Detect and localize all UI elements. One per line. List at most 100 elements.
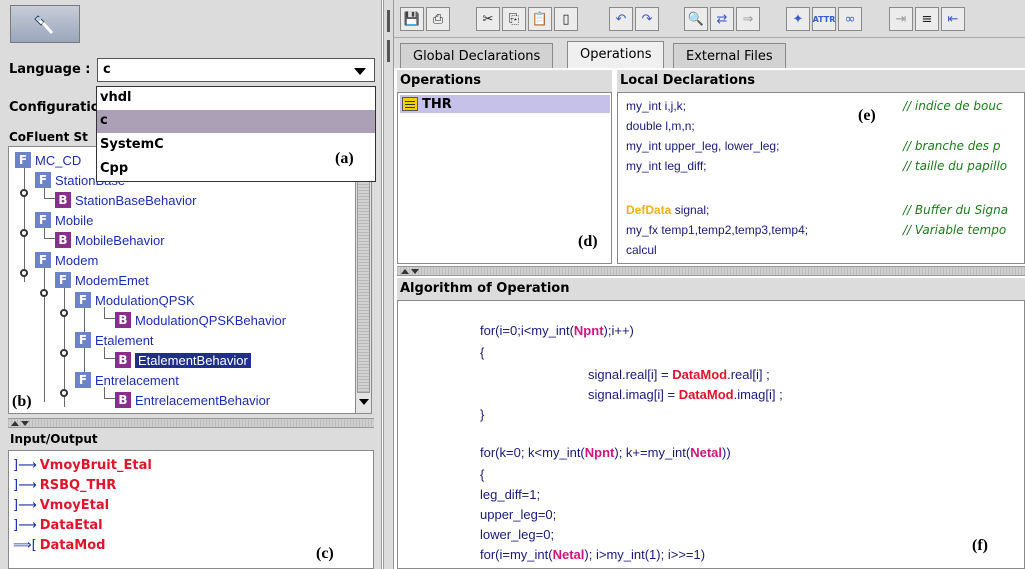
tree-scrollbar[interactable] (355, 146, 372, 414)
io-item[interactable]: ]⟶ VmoyBruit_Etal (13, 455, 152, 475)
language-option-c[interactable]: c (97, 110, 375, 133)
tree-node[interactable]: F Modem (35, 250, 98, 270)
find-icon[interactable]: 🔍 (684, 7, 708, 31)
collapse-down-icon[interactable] (21, 421, 29, 426)
tree-node[interactable]: B ModulationQPSKBehavior (115, 310, 286, 330)
link-icon[interactable]: ∞ (838, 7, 862, 31)
code-line: } (480, 407, 485, 422)
local-declarations-editor[interactable]: my_int i,j,k; // indice de bouc double l… (617, 92, 1025, 264)
code-param: Netal (552, 547, 585, 562)
tool-a-icon[interactable]: ✦ (786, 7, 810, 31)
function-icon: F (35, 252, 51, 268)
decl-text: signal; (671, 203, 710, 217)
horizontal-splitter[interactable] (397, 266, 1025, 276)
tree-node[interactable]: B StationBaseBehavior (55, 190, 196, 210)
io-item[interactable]: ⟹[DataMod (13, 535, 105, 555)
redo-icon[interactable]: ↷ (635, 7, 659, 31)
tree-toggle[interactable] (20, 229, 28, 237)
decl-comment: // Variable tempo (903, 223, 1007, 237)
cut-icon[interactable]: ✂ (476, 7, 500, 31)
tree-node[interactable]: B MobileBehavior (55, 230, 165, 250)
tree-toggle[interactable] (20, 269, 28, 277)
export-icon[interactable]: ⇥ (889, 7, 913, 31)
paste-icon[interactable]: 📋 (528, 7, 552, 31)
save-icon[interactable]: 💾 (400, 7, 424, 31)
tree-node[interactable]: F Entrelacement (75, 370, 179, 390)
io-item[interactable]: ]⟶ DataEtal (13, 515, 103, 535)
code-text: for(k=0; k<my_int( (480, 445, 585, 460)
output-arrow-icon: ]⟶ (13, 497, 37, 513)
language-option-cpp[interactable]: Cpp (97, 158, 375, 181)
code-text: );i++) (603, 323, 634, 338)
tree-toggle[interactable] (60, 309, 68, 317)
decl-comment: // branche des p (903, 139, 1001, 153)
tab-operations[interactable]: Operations (567, 41, 665, 68)
tree-node[interactable]: F Mobile (35, 210, 93, 230)
scroll-down-icon[interactable] (359, 399, 369, 405)
tree-node[interactable]: F Etalement (75, 330, 154, 350)
horizontal-splitter[interactable] (8, 418, 374, 428)
operation-item-thr[interactable]: THR (400, 95, 610, 113)
code-line: signal.imag[i] = DataMod.imag[i] ; (588, 387, 783, 407)
collapse-up-icon[interactable] (11, 421, 19, 426)
panel-tag-a: (a) (335, 150, 354, 167)
code-text: ); k+=my_int( (614, 445, 691, 460)
new-icon[interactable]: ▯ (554, 7, 578, 31)
import-icon[interactable]: ⇤ (941, 7, 965, 31)
tree-node[interactable]: F MC_CD (15, 150, 81, 170)
operations-list: THR (d) (397, 92, 612, 264)
code-text: signal.real[i] = (588, 367, 673, 382)
tree-toggle[interactable] (60, 349, 68, 357)
language-option-systemc[interactable]: SystemC (97, 134, 375, 157)
undo-icon[interactable]: ↶ (609, 7, 633, 31)
tree-node-label: Modem (55, 252, 99, 268)
vertical-splitter[interactable] (383, 0, 394, 569)
wand-tool-button[interactable] (10, 5, 80, 43)
scrollbar-thumb[interactable] (357, 165, 370, 393)
splitter-grip[interactable] (387, 10, 390, 32)
type-keyword: DefData (626, 203, 672, 217)
io-item-label: DataMod (39, 537, 106, 553)
chevron-down-icon[interactable] (354, 68, 366, 75)
replace-icon[interactable]: ⇄ (710, 7, 734, 31)
tab-global-declarations[interactable]: Global Declarations (400, 43, 554, 68)
language-dropdown-list[interactable]: vhdl c SystemC Cpp (96, 86, 376, 182)
tree-toggle[interactable] (60, 389, 68, 397)
tree-toggle[interactable] (20, 189, 28, 197)
io-item-label: VmoyBruit_Etal (39, 457, 152, 473)
attr-icon[interactable]: ATTR (812, 7, 836, 31)
tree-node[interactable]: F ModulationQPSK (75, 290, 195, 310)
copy-icon[interactable]: ⎘ (502, 7, 526, 31)
tree-node[interactable]: F ModemEmet (55, 270, 149, 290)
io-item[interactable]: ]⟶ VmoyEtal (13, 495, 109, 515)
output-arrow-icon: ]⟶ (13, 477, 37, 493)
tree-node-label: StationBaseBehavior (75, 192, 197, 208)
code-port: DataMod (678, 387, 734, 402)
tab-external-files[interactable]: External Files (673, 43, 786, 68)
print-icon[interactable]: ⎙ (426, 7, 450, 31)
code-line: lower_leg=0; (480, 527, 555, 542)
function-icon: F (15, 152, 31, 168)
language-option-vhdl[interactable]: vhdl (97, 87, 375, 110)
tree-node-selected[interactable]: B EtalementBehavior (115, 350, 251, 370)
arrow-icon[interactable]: ⇒ (736, 7, 760, 31)
left-pane: Language : c Configuratio vhdl c SystemC… (0, 0, 382, 569)
code-param: Npnt (573, 323, 604, 338)
decl-line: calcul (626, 243, 657, 257)
tree-node[interactable]: B EntrelacementBehavior (115, 390, 270, 410)
code-line: signal.real[i] = DataMod.real[i] ; (588, 367, 770, 387)
splitter-grip[interactable] (387, 40, 390, 62)
language-label: Language : (9, 62, 91, 77)
io-item[interactable]: ]⟶ RSBQ_THR (13, 475, 116, 495)
function-icon: F (35, 172, 51, 188)
panel-tag-b: (b) (12, 393, 32, 410)
collapse-down-icon[interactable] (411, 269, 419, 274)
algorithm-editor[interactable]: for(i=0;i<my_int(Npnt);i++) { signal.rea… (397, 300, 1025, 569)
decl-line: my_fx temp1,temp2,temp3,temp4; (626, 223, 809, 237)
tree-toggle[interactable] (40, 289, 48, 297)
language-select[interactable]: c (97, 58, 375, 82)
tree-node-label: MC_CD (35, 152, 82, 168)
panel-tag-e: (e) (858, 107, 876, 124)
doc-icon[interactable]: ≡ (915, 7, 939, 31)
collapse-up-icon[interactable] (401, 269, 409, 274)
